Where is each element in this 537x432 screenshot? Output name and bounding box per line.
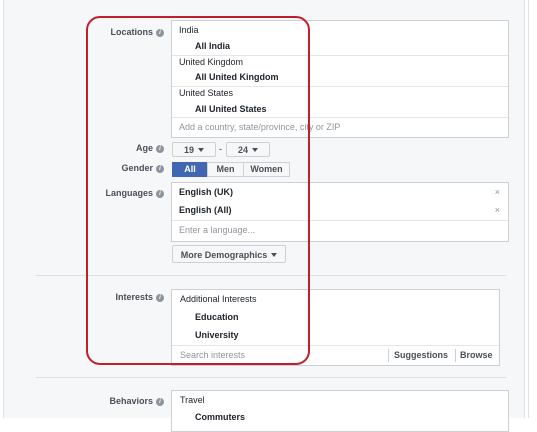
age-dash: - (219, 144, 222, 154)
locations-label: Locations i (110, 27, 164, 37)
interests-label: Interests i (115, 292, 164, 302)
more-demographics-button[interactable]: More Demographics (172, 245, 286, 263)
location-search-input[interactable]: Add a country, state/province, city or Z… (179, 122, 340, 132)
language-item: English (All) (179, 205, 232, 215)
info-icon[interactable]: i (156, 145, 164, 153)
section-divider (36, 275, 506, 276)
separator (172, 86, 508, 87)
behaviors-box: Travel Commuters (171, 390, 509, 432)
interest-item: University (195, 330, 239, 340)
separator (455, 349, 456, 362)
location-country: United Kingdom (179, 57, 244, 67)
behaviors-category: Travel (180, 395, 205, 405)
info-icon[interactable]: i (156, 29, 164, 37)
location-scope: All India (195, 41, 231, 51)
separator (388, 349, 389, 362)
behavior-item: Commuters (195, 412, 246, 422)
info-icon[interactable]: i (156, 165, 164, 173)
age-min-select[interactable]: 19 (172, 142, 216, 157)
interests-category: Additional Interests (180, 294, 257, 304)
section-divider (36, 377, 506, 378)
language-search-input[interactable]: Enter a language... (179, 225, 255, 235)
gender-all-button[interactable]: All (172, 162, 208, 177)
separator (172, 55, 508, 56)
behaviors-label: Behaviors i (109, 396, 164, 406)
separator (172, 220, 508, 221)
info-icon[interactable]: i (156, 398, 164, 406)
separator (172, 117, 508, 118)
interests-search-input[interactable]: Search interests (180, 350, 245, 360)
location-scope: All United States (195, 104, 267, 114)
gender-women-button[interactable]: Women (243, 162, 290, 177)
suggestions-link[interactable]: Suggestions (394, 350, 448, 360)
separator (172, 345, 499, 346)
locations-box: India All India United Kingdom All Unite… (171, 20, 509, 138)
languages-box: English (UK) × English (All) × Enter a l… (171, 182, 509, 242)
location-country: India (179, 25, 199, 35)
caret-down-icon (198, 148, 204, 152)
panel-edge (528, 0, 529, 418)
info-icon[interactable]: i (156, 294, 164, 302)
age-max-select[interactable]: 24 (226, 142, 270, 157)
caret-down-icon (271, 253, 278, 257)
info-icon[interactable]: i (156, 190, 164, 198)
languages-label: Languages i (105, 188, 164, 198)
remove-icon[interactable]: × (495, 205, 500, 215)
location-scope: All United Kingdom (195, 72, 279, 82)
remove-icon[interactable]: × (495, 187, 500, 197)
interest-item: Education (195, 312, 239, 322)
language-item: English (UK) (179, 187, 233, 197)
interests-box: Additional Interests Education Universit… (171, 289, 500, 366)
age-label: Age i (136, 143, 164, 153)
gender-label: Gender i (121, 163, 164, 173)
location-country: United States (179, 88, 234, 98)
caret-down-icon (252, 148, 258, 152)
browse-link[interactable]: Browse (460, 350, 493, 360)
gender-men-button[interactable]: Men (207, 162, 244, 177)
